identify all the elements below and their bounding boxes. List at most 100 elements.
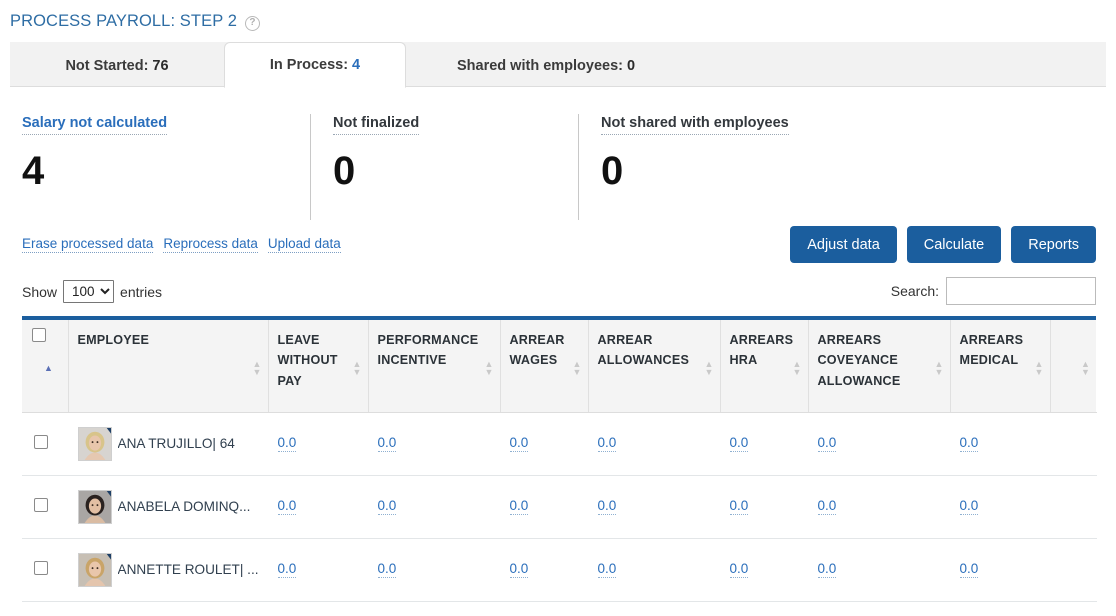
calculate-button[interactable]: Calculate [907, 226, 1001, 263]
value-cell-arrear_allow[interactable]: 0.0 [588, 475, 720, 538]
value-cell-lwp[interactable]: 0.0 [268, 412, 368, 475]
value-cell-arrear_wages[interactable]: 0.0 [500, 475, 588, 538]
value-cell-arrears_hra[interactable]: 0.0 [720, 412, 808, 475]
reprocess-data-link[interactable]: Reprocess data [163, 236, 258, 253]
table-row[interactable]: ANA TRUJILLO| 64 0.0 0.0 0.0 0.0 0.0 0.0 0.0 [22, 412, 1096, 475]
editable-value[interactable]: 0.0 [960, 435, 979, 452]
stat-not-finalized-label[interactable]: Not finalized [333, 115, 419, 135]
th-arrears-medical[interactable]: ARREARS MEDICAL ▲▼ [950, 320, 1050, 412]
value-cell-arrears_med[interactable]: 0.0 [950, 412, 1050, 475]
tab-in-process[interactable]: In Process: 4 [224, 42, 406, 88]
editable-value[interactable]: 0.0 [510, 561, 529, 578]
value-cell-arrear_wages[interactable]: 0.0 [500, 412, 588, 475]
avatar[interactable] [78, 553, 112, 587]
avatar[interactable] [78, 427, 112, 461]
editable-value[interactable]: 0.0 [598, 561, 617, 578]
row-select-cell[interactable] [22, 475, 68, 538]
editable-value[interactable]: 0.0 [960, 498, 979, 515]
editable-value[interactable]: 0.0 [818, 498, 837, 515]
avatar[interactable] [78, 490, 112, 524]
sort-icon-leave-without-pay[interactable]: ▲▼ [353, 360, 362, 376]
tab-not-started-label: Not Started: [65, 58, 148, 74]
value-cell-perf[interactable]: 0.0 [368, 475, 500, 538]
erase-processed-data-link[interactable]: Erase processed data [22, 236, 153, 253]
editable-value[interactable]: 0.0 [598, 435, 617, 452]
th-arrear-allowances[interactable]: ARREAR ALLOWANCES ▲▼ [588, 320, 720, 412]
th-select-all[interactable]: ▲ [22, 320, 68, 412]
sort-ascending-icon[interactable]: ▲ [44, 361, 68, 376]
editable-value[interactable]: 0.0 [378, 435, 397, 452]
employee-name[interactable]: ANABELA DOMINQ... [118, 499, 251, 514]
value-cell-arrears_conv[interactable]: 0.0 [808, 412, 950, 475]
value-cell-arrears_conv[interactable]: 0.0 [808, 475, 950, 538]
process-payroll-page: PROCESS PAYROLL: STEP 2 ? Not Started: 7… [0, 0, 1116, 616]
tab-shared-with-employees[interactable]: Shared with employees: 0 [406, 43, 696, 88]
stat-not-shared-label[interactable]: Not shared with employees [601, 115, 789, 135]
value-cell-arrears_hra[interactable]: 0.0 [720, 538, 808, 601]
sort-icon-arrears-hra[interactable]: ▲▼ [793, 360, 802, 376]
th-leave-without-pay[interactable]: LEAVE WITHOUT PAY ▲▼ [268, 320, 368, 412]
table-row[interactable]: ANNETTE ROULET| ... 0.0 0.0 0.0 0.0 0.0 0.0 0.0 [22, 538, 1096, 601]
row-checkbox[interactable] [34, 561, 48, 575]
row-select-cell[interactable] [22, 412, 68, 475]
value-cell-arrear_allow[interactable]: 0.0 [588, 412, 720, 475]
select-all-checkbox[interactable] [32, 328, 46, 342]
value-cell-arrears_med[interactable]: 0.0 [950, 538, 1050, 601]
sort-icon-performance-incentive[interactable]: ▲▼ [485, 360, 494, 376]
employee-name[interactable]: ANA TRUJILLO| 64 [118, 436, 235, 451]
adjust-data-button[interactable]: Adjust data [790, 226, 897, 263]
editable-value[interactable]: 0.0 [730, 498, 749, 515]
stat-salary-not-calculated-label[interactable]: Salary not calculated [22, 115, 167, 135]
editable-value[interactable]: 0.0 [730, 435, 749, 452]
editable-value[interactable]: 0.0 [278, 498, 297, 515]
search-input[interactable] [946, 277, 1096, 305]
th-arrears-hra[interactable]: ARREARS HRA ▲▼ [720, 320, 808, 412]
row-checkbox[interactable] [34, 435, 48, 449]
sort-icon-arrears-coveyance-allowance[interactable]: ▲▼ [935, 360, 944, 376]
th-performance-incentive[interactable]: PERFORMANCE INCENTIVE ▲▼ [368, 320, 500, 412]
editable-value[interactable]: 0.0 [510, 435, 529, 452]
editable-value[interactable]: 0.0 [278, 435, 297, 452]
editable-value[interactable]: 0.0 [378, 561, 397, 578]
sort-icon-arrears-medical[interactable]: ▲▼ [1035, 360, 1044, 376]
extra-cell [1050, 538, 1096, 601]
editable-value[interactable]: 0.0 [598, 498, 617, 515]
sort-icon-employee[interactable]: ▲▼ [253, 360, 262, 376]
upload-data-link[interactable]: Upload data [268, 236, 341, 253]
payroll-table-head: ▲ EMPLOYEE ▲▼ LEAVE WITHOUT PAY ▲▼ PERFO… [22, 320, 1096, 412]
sort-icon-arrear-wages[interactable]: ▲▼ [573, 360, 582, 376]
th-arrears-coveyance-allowance[interactable]: ARREARS COVEYANCE ALLOWANCE ▲▼ [808, 320, 950, 412]
tab-not-started[interactable]: Not Started: 76 [10, 43, 224, 88]
editable-value[interactable]: 0.0 [510, 498, 529, 515]
action-links: Erase processed data Reprocess data Uplo… [22, 236, 341, 253]
editable-value[interactable]: 0.0 [278, 561, 297, 578]
editable-value[interactable]: 0.0 [960, 561, 979, 578]
employee-name[interactable]: ANNETTE ROULET| ... [118, 562, 259, 577]
table-row[interactable]: ANABELA DOMINQ... 0.0 0.0 0.0 0.0 0.0 0.0 0.0 [22, 475, 1096, 538]
sort-icon-extra[interactable]: ▲▼ [1081, 360, 1090, 376]
value-cell-perf[interactable]: 0.0 [368, 412, 500, 475]
row-select-cell[interactable] [22, 538, 68, 601]
editable-value[interactable]: 0.0 [378, 498, 397, 515]
value-cell-lwp[interactable]: 0.0 [268, 538, 368, 601]
row-checkbox[interactable] [34, 498, 48, 512]
stat-salary-not-calculated: Salary not calculated 4 [22, 114, 310, 220]
editable-value[interactable]: 0.0 [818, 561, 837, 578]
value-cell-arrears_conv[interactable]: 0.0 [808, 538, 950, 601]
value-cell-arrears_hra[interactable]: 0.0 [720, 475, 808, 538]
value-cell-arrears_med[interactable]: 0.0 [950, 475, 1050, 538]
sort-icon-arrear-allowances[interactable]: ▲▼ [705, 360, 714, 376]
reports-button[interactable]: Reports [1011, 226, 1096, 263]
value-cell-arrear_wages[interactable]: 0.0 [500, 538, 588, 601]
value-cell-lwp[interactable]: 0.0 [268, 475, 368, 538]
value-cell-perf[interactable]: 0.0 [368, 538, 500, 601]
editable-value[interactable]: 0.0 [730, 561, 749, 578]
value-cell-arrear_allow[interactable]: 0.0 [588, 538, 720, 601]
th-extra[interactable]: ▲▼ [1050, 320, 1096, 412]
th-arrear-wages[interactable]: ARREAR WAGES ▲▼ [500, 320, 588, 412]
editable-value[interactable]: 0.0 [818, 435, 837, 452]
th-arrears-coveyance-allowance-label: ARREARS COVEYANCE ALLOWANCE [818, 333, 901, 388]
show-entries-select[interactable]: 102550100 [63, 280, 114, 303]
question-circle-icon[interactable]: ? [245, 16, 260, 31]
th-employee[interactable]: EMPLOYEE ▲▼ [68, 320, 268, 412]
